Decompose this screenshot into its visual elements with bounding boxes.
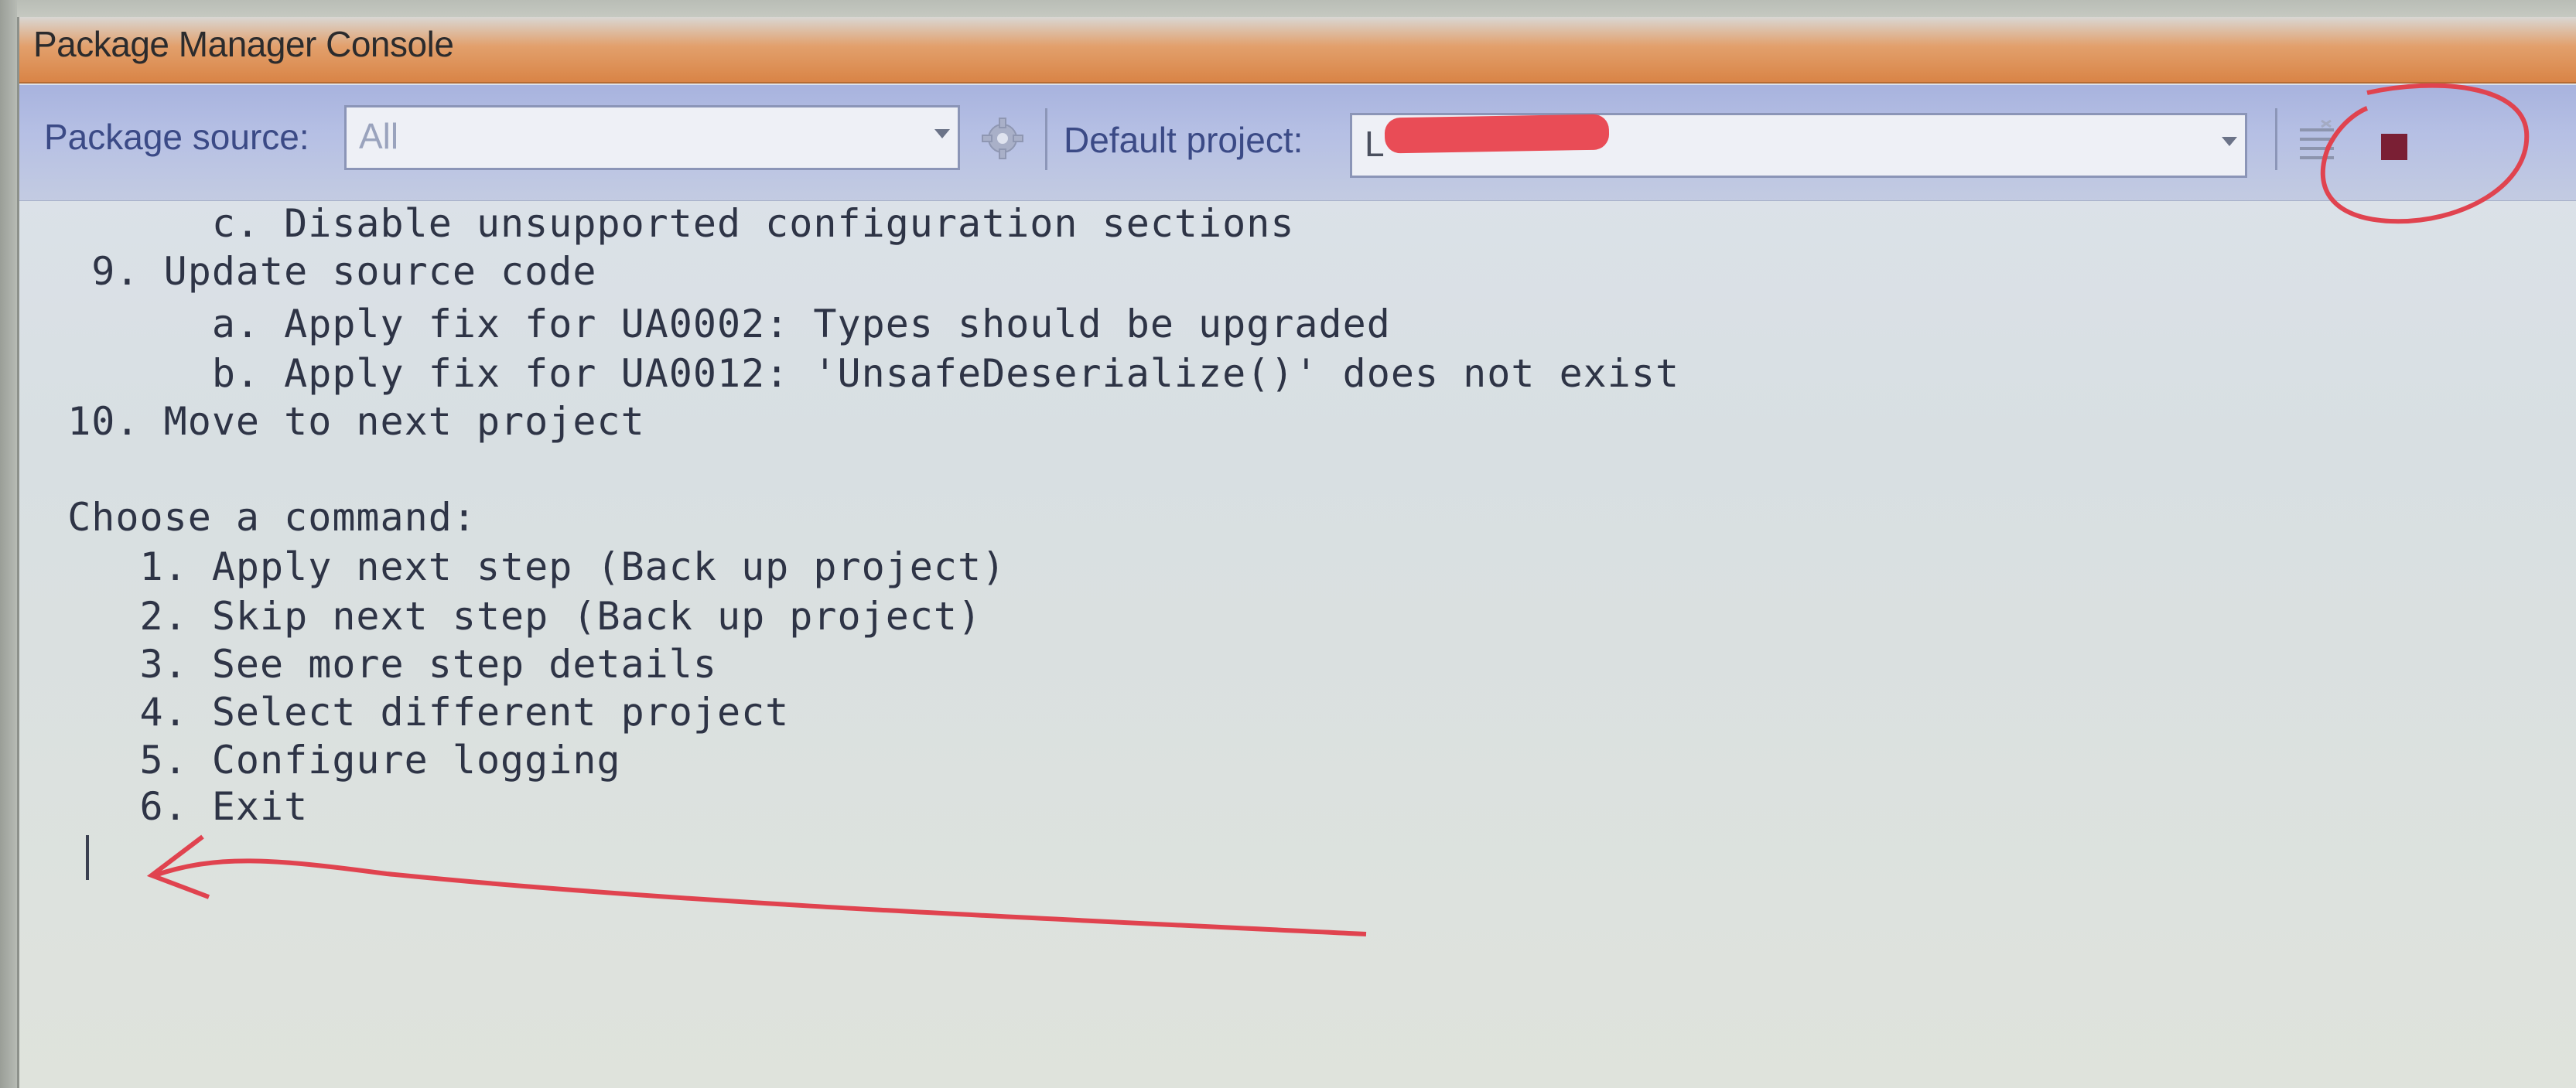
default-project-value: L — [1365, 124, 1385, 164]
console-line: 2. Skip next step (Back up project) — [19, 594, 982, 639]
console-line: 1. Apply next step (Back up project) — [19, 544, 1006, 589]
stop-button[interactable] — [2371, 124, 2417, 170]
console-line: b. Apply fix for UA0012: 'UnsafeDeserial… — [19, 351, 1680, 396]
stop-icon — [2381, 134, 2407, 160]
console-toolbar: Package source: All Default project: L — [19, 85, 2576, 201]
package-manager-console-window: Package Manager Console Package source: … — [17, 17, 2576, 1088]
window-left-edge — [0, 0, 17, 1088]
redaction-mark — [1384, 114, 1610, 154]
default-project-label: Default project: — [1064, 120, 1303, 160]
console-output[interactable]: c. Disable unsupported configuration sec… — [19, 201, 2576, 1088]
console-line: c. Disable unsupported configuration sec… — [19, 201, 1295, 246]
chevron-down-icon — [934, 129, 950, 138]
console-line: Choose a command: — [19, 495, 477, 540]
console-line: 5. Configure logging — [19, 738, 621, 783]
window-title: Package Manager Console — [33, 24, 454, 64]
title-bar: Package Manager Console — [19, 17, 2576, 84]
package-source-label: Package source: — [44, 117, 309, 157]
console-line: 9. Update source code — [19, 249, 597, 294]
input-caret — [86, 835, 89, 880]
package-source-value: All — [359, 116, 399, 156]
console-line: 10. Move to next project — [19, 399, 645, 444]
console-line: 6. Exit — [19, 784, 309, 829]
console-line: 3. See more step details — [19, 642, 717, 687]
toolbar-separator — [1045, 108, 1047, 170]
console-line: 4. Select different project — [19, 690, 790, 735]
settings-gear-icon[interactable] — [975, 111, 1030, 165]
toolbar-separator — [2275, 108, 2277, 170]
package-source-dropdown[interactable]: All — [344, 105, 960, 170]
console-line: a. Apply fix for UA0002: Types should be… — [19, 302, 1391, 346]
chevron-down-icon — [2222, 137, 2237, 146]
clear-console-icon[interactable] — [2294, 119, 2340, 165]
